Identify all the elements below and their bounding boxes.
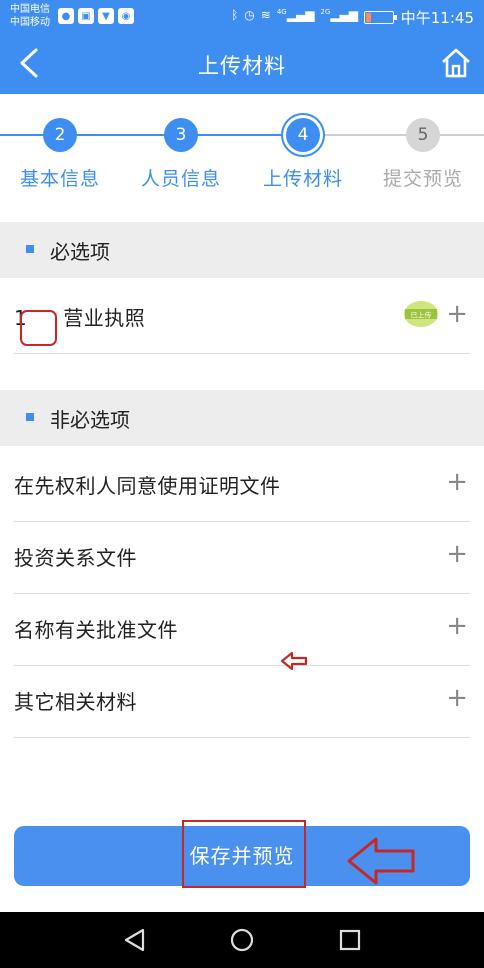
alarm-icon: ◷ <box>244 8 255 22</box>
upload-row-prior-rights-consent[interactable]: 在先权利人同意使用证明文件 + <box>14 450 470 522</box>
step-number: 4 <box>286 118 320 152</box>
section-bullet-icon <box>26 413 34 421</box>
step-personnel-info[interactable]: 3 人员信息 <box>121 118 241 191</box>
notification-icons: ● ▣ ▼ ◉ <box>58 8 134 24</box>
step-number: 2 <box>43 118 77 152</box>
step-upload-materials[interactable]: 4 上传材料 <box>243 118 363 191</box>
row-title: 在先权利人同意使用证明文件 <box>14 474 281 498</box>
battery-icon <box>364 11 397 24</box>
nav-back-icon[interactable] <box>121 926 149 954</box>
section-title: 非必选项 <box>50 408 130 432</box>
nav-recents-icon[interactable] <box>336 926 364 954</box>
upload-row-other-materials[interactable]: 其它相关材料 + <box>14 666 470 738</box>
system-navigation-bar <box>0 912 484 968</box>
annotation-highlight-box <box>182 820 306 888</box>
status-bar: 中国电信 中国移动 ● ▣ ▼ ◉ ᛒ ◷ ≋ 4G▂▄▆ 2G▂▄▆ 中午11… <box>0 0 484 34</box>
row-title: 营业执照 <box>63 306 146 330</box>
add-file-icon[interactable]: + <box>446 612 468 640</box>
annotation-arrow-small-icon <box>280 651 308 671</box>
map-pin-icon: ◉ <box>118 8 134 24</box>
row-title: 名称有关批准文件 <box>14 618 178 642</box>
carrier-2: 中国移动 <box>10 17 50 28</box>
step-label: 提交预览 <box>382 168 463 190</box>
required-section-header: 必选项 <box>0 222 484 278</box>
annotation-arrow-large-icon <box>347 837 415 885</box>
section-spacer <box>0 356 484 380</box>
bluetooth-icon: ᛒ <box>231 8 239 22</box>
progress-stepper: 2 基本信息 3 人员信息 4 上传材料 5 提交预览 <box>0 94 484 212</box>
upload-row-business-license[interactable]: 1 营业执照 已上传 + <box>14 282 470 354</box>
app-notification-icon: ▣ <box>78 8 94 24</box>
step-label: 上传材料 <box>262 168 343 190</box>
add-file-icon[interactable]: + <box>446 468 468 496</box>
download-app-icon: ▼ <box>98 8 114 24</box>
upload-row-investment-relations[interactable]: 投资关系文件 + <box>14 522 470 594</box>
section-title: 必选项 <box>50 240 110 264</box>
annotation-highlight-box <box>20 310 57 346</box>
signal-2-icon: 2G▂▄▆ <box>320 8 358 22</box>
step-number: 3 <box>164 118 198 152</box>
home-icon[interactable] <box>440 46 472 80</box>
step-label: 人员信息 <box>140 168 221 190</box>
step-submit-preview[interactable]: 5 提交预览 <box>363 118 483 191</box>
stamp-text: 已上传 <box>411 311 432 320</box>
carrier-1: 中国电信 <box>10 4 50 15</box>
uploaded-stamp-icon: 已上传 <box>404 301 438 327</box>
app-header: 中国电信 中国移动 ● ▣ ▼ ◉ ᛒ ◷ ≋ 4G▂▄▆ 2G▂▄▆ 中午11… <box>0 0 484 94</box>
shield-app-icon: ● <box>58 8 74 24</box>
upload-materials-screen: 中国电信 中国移动 ● ▣ ▼ ◉ ᛒ ◷ ≋ 4G▂▄▆ 2G▂▄▆ 中午11… <box>0 0 484 968</box>
wifi-icon: ≋ <box>260 8 271 22</box>
add-file-icon[interactable]: + <box>446 540 468 568</box>
system-icons: ᛒ ◷ ≋ 4G▂▄▆ 2G▂▄▆ <box>231 8 358 22</box>
step-label: 基本信息 <box>19 168 100 190</box>
nav-home-icon[interactable] <box>228 926 256 954</box>
row-title: 投资关系文件 <box>14 546 137 570</box>
status-time: 中午11:45 <box>400 9 474 27</box>
add-file-icon[interactable]: + <box>446 684 468 712</box>
step-basic-info[interactable]: 2 基本信息 <box>0 118 120 191</box>
add-file-icon[interactable]: + <box>446 300 468 328</box>
page-title: 上传材料 <box>198 54 286 78</box>
carrier-info: 中国电信 中国移动 <box>10 3 50 29</box>
row-title: 其它相关材料 <box>14 690 137 714</box>
optional-section-header: 非必选项 <box>0 390 484 446</box>
upload-row-name-approval[interactable]: 名称有关批准文件 + <box>14 594 470 666</box>
section-bullet-icon <box>26 245 34 253</box>
step-number: 5 <box>406 118 440 152</box>
signal-1-icon: 4G▂▄▆ <box>276 8 315 22</box>
